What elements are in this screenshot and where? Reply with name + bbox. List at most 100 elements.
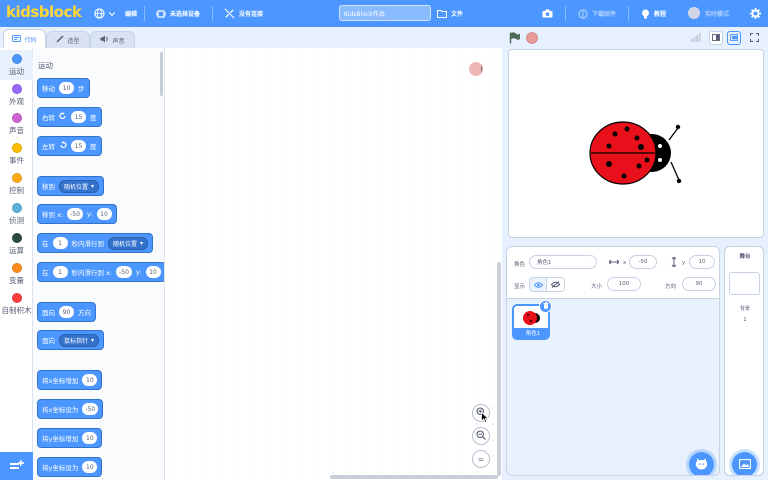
block-change-x[interactable]: 将x坐标增加 10 — [37, 370, 103, 390]
device-menu[interactable]: 未选择设备 — [156, 0, 200, 27]
screenshot-button[interactable] — [542, 0, 553, 27]
block-text: 将y坐标增加 — [42, 435, 79, 443]
block-input[interactable]: 10 — [145, 266, 161, 278]
caret-down-icon: ▾ — [91, 182, 95, 190]
delete-sprite-button[interactable] — [539, 300, 552, 313]
fullscreen-button[interactable] — [747, 31, 761, 45]
block-input[interactable]: 15 — [71, 140, 86, 152]
category-sensing[interactable]: 侦测 — [0, 199, 33, 229]
script-workspace[interactable] — [165, 48, 502, 480]
hide-button[interactable] — [547, 278, 564, 291]
tab-costumes-label: 造型 — [67, 37, 80, 45]
block-input[interactable]: 1 — [52, 266, 68, 278]
tab-code[interactable]: 代码 — [3, 29, 46, 48]
editor-tabs: 代码 造型 声音 — [0, 27, 505, 48]
category-motion[interactable]: 运动 — [0, 50, 33, 80]
category-events[interactable]: 事件 — [0, 139, 33, 169]
tutorial-button[interactable]: 教程 — [641, 0, 666, 27]
block-point-direction[interactable]: 面向 90 方向 — [37, 302, 96, 322]
add-extension-button[interactable] — [0, 452, 33, 480]
block-turn-left[interactable]: 左转 15 度 — [37, 136, 102, 156]
edit-menu[interactable]: 编辑 — [125, 9, 137, 18]
category-dot — [11, 263, 22, 273]
workspace-vertical-scrollbar[interactable] — [497, 262, 501, 476]
workspace-horizontal-scrollbar[interactable] — [330, 475, 498, 479]
block-input[interactable]: 15 — [71, 111, 86, 123]
small-stage-button[interactable] — [709, 31, 723, 45]
block-turn-right[interactable]: 右转 15 度 — [37, 107, 102, 127]
block-set-y[interactable]: 将y坐标设为 10 — [37, 457, 103, 477]
block-palette: 运动 移动 10 步 右转 15 度 左转 15 度 移到 随机位置 ▾ 移到 x… — [33, 48, 165, 480]
category-variables[interactable]: 变量 — [0, 259, 33, 289]
camera-icon — [542, 9, 553, 18]
category-my-blocks[interactable]: 自制积木 — [0, 289, 33, 329]
realtime-mode-toggle[interactable] — [688, 7, 700, 19]
block-text: 将y坐标设为 — [42, 464, 79, 472]
block-input[interactable]: 10 — [82, 374, 98, 386]
app-logo[interactable]: kidsblock — [6, 3, 82, 21]
connection-menu[interactable]: 没有连接 — [224, 0, 263, 27]
add-sprite-button[interactable] — [689, 452, 714, 475]
category-label: 控制 — [9, 186, 24, 195]
block-input[interactable]: -50 — [116, 266, 132, 278]
block-set-x[interactable]: 将x坐标设为 -50 — [37, 399, 104, 419]
block-input[interactable]: 10 — [96, 208, 112, 220]
category-dot — [11, 173, 22, 183]
block-input[interactable]: -50 — [82, 403, 99, 415]
download-firmware-button[interactable]: 下载固件 — [578, 0, 616, 27]
show-button[interactable] — [530, 278, 548, 291]
category-label: 自制积木 — [1, 306, 32, 315]
size-input[interactable]: 100 — [607, 277, 641, 291]
file-menu[interactable]: 文件 — [437, 0, 463, 27]
ladybug-sprite[interactable] — [589, 120, 693, 190]
category-looks[interactable]: 外观 — [0, 80, 33, 110]
project-title-input[interactable]: KidsBlock作品 — [339, 5, 431, 21]
palette-scrollbar[interactable] — [160, 52, 163, 96]
signal-strength-icon — [691, 33, 701, 44]
firmware-icon — [578, 8, 588, 19]
settings-button[interactable] — [750, 0, 761, 27]
block-input[interactable]: 1 — [52, 237, 68, 249]
sprite-info: 角色 角色1 x -50 y 10 显示 大小 100 方向 90 — [507, 247, 719, 299]
menu-divider — [565, 6, 566, 21]
block-move-steps[interactable]: 移动 10 步 — [37, 78, 90, 98]
block-goto[interactable]: 移到 随机位置 ▾ — [37, 176, 105, 196]
device-icon — [156, 9, 166, 19]
stage-selector[interactable]: 舞台 背景 1 — [724, 246, 764, 476]
block-glide-to[interactable]: 在 1 秒内滑行到 随机位置 ▾ — [37, 233, 154, 253]
block-input[interactable]: 10 — [82, 461, 98, 473]
add-backdrop-button[interactable] — [732, 452, 757, 475]
zoom-out-button[interactable] — [472, 427, 490, 445]
block-input[interactable]: 10 — [82, 432, 98, 444]
category-sound[interactable]: 声音 — [0, 109, 33, 139]
realtime-mode-label-wrap: 实时模式 — [705, 0, 729, 27]
tab-sounds[interactable]: 声音 — [90, 31, 135, 48]
block-dropdown[interactable]: 随机位置 ▾ — [108, 236, 149, 250]
category-operators[interactable]: 运算 — [0, 229, 33, 259]
block-point-towards[interactable]: 面向 鼠标指针 ▾ — [37, 330, 105, 350]
lightbulb-icon — [641, 9, 650, 19]
tab-code-label: 代码 — [24, 36, 37, 44]
block-dropdown[interactable]: 随机位置 ▾ — [59, 179, 100, 193]
block-input[interactable]: 10 — [59, 82, 74, 94]
block-dropdown[interactable]: 鼠标指针 ▾ — [59, 333, 100, 347]
category-control[interactable]: 控制 — [0, 169, 33, 199]
block-glide-xy[interactable]: 在 1 秒内滑行到 x: -50 y: 10 — [37, 262, 164, 282]
large-stage-button[interactable] — [727, 31, 741, 45]
tab-costumes[interactable]: 造型 — [46, 31, 90, 48]
y-position-input[interactable]: 10 — [689, 255, 715, 269]
zoom-reset-button[interactable]: = — [472, 450, 490, 468]
x-position-input[interactable]: -50 — [629, 255, 657, 269]
block-goto-xy[interactable]: 移到 x: -50 y: 10 — [37, 204, 117, 224]
language-menu[interactable]: 编辑 — [94, 0, 137, 27]
sprite-name-input[interactable]: 角色1 — [529, 255, 597, 269]
block-change-y[interactable]: 将y坐标增加 10 — [37, 428, 103, 448]
block-input[interactable]: -50 — [67, 208, 83, 220]
direction-input[interactable]: 90 — [682, 277, 716, 291]
green-flag-button[interactable] — [509, 32, 521, 46]
backdrop-thumbnail[interactable] — [729, 272, 760, 295]
block-input[interactable]: 90 — [59, 306, 74, 318]
stop-button[interactable] — [526, 32, 538, 46]
rotate-left-icon — [59, 141, 67, 151]
stage-canvas[interactable] — [508, 49, 764, 238]
